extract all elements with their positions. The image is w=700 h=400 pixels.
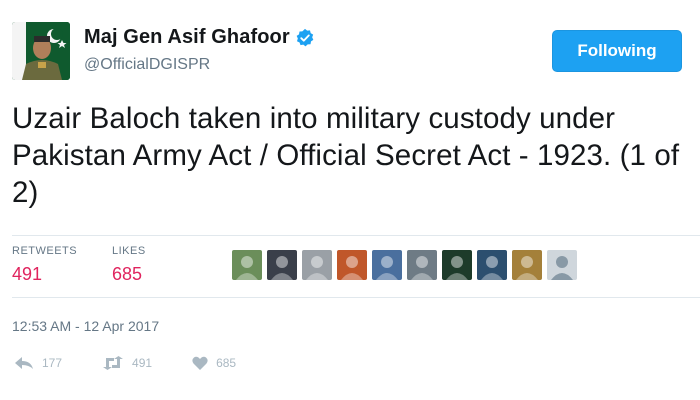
retweets-count[interactable]: 491	[12, 264, 42, 285]
liker-avatar-3[interactable]	[302, 250, 332, 280]
divider	[12, 297, 700, 298]
reply-count: 177	[42, 356, 63, 370]
liker-avatar-7[interactable]	[442, 250, 472, 280]
liker-avatar-2[interactable]	[267, 250, 297, 280]
retweets-label: RETWEETS	[12, 245, 78, 257]
like-button[interactable]: 685	[192, 356, 236, 370]
tweet-text: Uzair Baloch taken into military custody…	[12, 102, 680, 209]
liker-avatar-8[interactable]	[477, 250, 507, 280]
liker-avatar-1[interactable]	[232, 250, 262, 280]
display-name[interactable]: Maj Gen Asif Ghafoor	[84, 26, 290, 49]
profile-avatar[interactable]	[12, 22, 70, 80]
retweet-button[interactable]: 491	[102, 356, 152, 370]
action-bar: 177 491 685	[14, 356, 236, 370]
divider	[12, 235, 700, 236]
likers-avatars	[232, 250, 577, 280]
following-button[interactable]: Following	[552, 30, 682, 72]
reply-button[interactable]: 177	[14, 356, 62, 370]
tweet-card: Maj Gen Asif Ghafoor @OfficialDGISPR Fol…	[0, 0, 700, 400]
user-handle[interactable]: @OfficialDGISPR	[84, 56, 210, 74]
liker-avatar-10[interactable]	[547, 250, 577, 280]
like-count: 685	[216, 356, 237, 370]
likes-count[interactable]: 685	[112, 264, 142, 285]
liker-avatar-4[interactable]	[337, 250, 367, 280]
reply-icon	[15, 357, 33, 369]
liker-avatar-5[interactable]	[372, 250, 402, 280]
name-row: Maj Gen Asif Ghafoor	[84, 26, 315, 49]
retweet-count: 491	[132, 356, 153, 370]
heart-icon	[192, 356, 208, 370]
liker-avatar-6[interactable]	[407, 250, 437, 280]
tweet-timestamp[interactable]: 12:53 AM - 12 Apr 2017	[12, 318, 159, 334]
likes-label: LIKES	[112, 245, 146, 257]
liker-avatar-9[interactable]	[512, 250, 542, 280]
retweet-icon	[103, 356, 124, 370]
verified-badge-icon	[295, 28, 315, 48]
